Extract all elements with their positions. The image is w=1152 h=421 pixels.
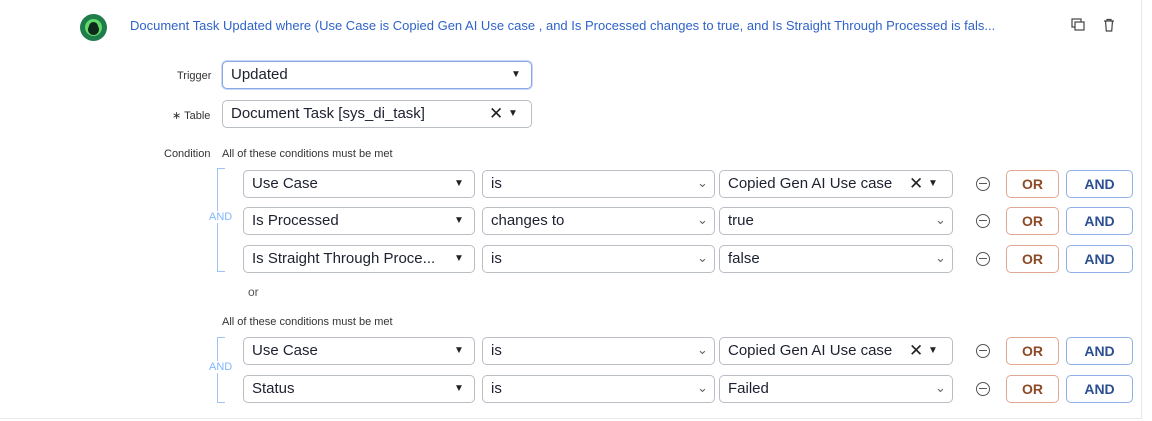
clear-icon[interactable]: ✕: [909, 171, 923, 197]
chevron-down-icon: ⌄: [935, 250, 946, 265]
remove-condition-icon[interactable]: [976, 252, 990, 266]
condition-field-select[interactable]: Is Processed ▼: [243, 207, 475, 235]
chevron-down-icon[interactable]: ▼: [508, 101, 518, 127]
and-join-label: AND: [207, 211, 235, 223]
remove-condition-icon[interactable]: [976, 344, 990, 358]
or-button[interactable]: OR: [1006, 337, 1059, 365]
condition-operator-select[interactable]: is ⌄: [482, 375, 715, 403]
condition-value-select[interactable]: Copied Gen AI Use case ✕ ▼: [719, 337, 953, 365]
and-button[interactable]: AND: [1066, 207, 1133, 235]
clear-icon[interactable]: ✕: [489, 101, 503, 127]
and-button[interactable]: AND: [1066, 375, 1133, 403]
trigger-panel: Document Task Updated where (Use Case is…: [0, 0, 1142, 419]
condition-group-header: All of these conditions must be met: [222, 148, 393, 160]
table-label: ∗ Table: [172, 110, 211, 122]
or-button[interactable]: OR: [1006, 375, 1059, 403]
condition-field-select[interactable]: Is Straight Through Proce... ▼: [243, 245, 475, 273]
condition-field-select[interactable]: Status ▼: [243, 375, 475, 403]
condition-field-select[interactable]: Use Case ▼: [243, 170, 475, 198]
duplicate-icon[interactable]: [1070, 18, 1086, 34]
remove-condition-icon[interactable]: [976, 214, 990, 228]
or-button[interactable]: OR: [1006, 207, 1059, 235]
condition-field-select[interactable]: Use Case ▼: [243, 337, 475, 365]
table-value: Document Task [sys_di_task]: [231, 105, 425, 122]
chevron-down-icon: ▼: [454, 253, 464, 264]
and-button[interactable]: AND: [1066, 245, 1133, 273]
chevron-down-icon: ▼: [454, 345, 464, 356]
remove-condition-icon[interactable]: [976, 177, 990, 191]
or-button[interactable]: OR: [1006, 170, 1059, 198]
trigger-value: Updated: [231, 66, 288, 83]
and-button[interactable]: AND: [1066, 337, 1133, 365]
condition-label: Condition: [164, 148, 211, 160]
flow-trigger-icon: [80, 14, 107, 41]
required-mark: ∗: [172, 110, 182, 122]
chevron-down-icon: ▼: [454, 215, 464, 226]
chevron-down-icon: ⌄: [935, 380, 946, 395]
condition-operator-select[interactable]: is ⌄: [482, 170, 715, 198]
chevron-down-icon: ⌄: [697, 342, 708, 357]
trigger-label: Trigger: [177, 70, 212, 82]
chevron-down-icon: ⌄: [697, 175, 708, 190]
condition-operator-select[interactable]: is ⌄: [482, 337, 715, 365]
or-separator: or: [248, 285, 259, 299]
chevron-down-icon: ▼: [454, 383, 464, 394]
chevron-down-icon: ▼: [511, 69, 521, 80]
chevron-down-icon: ⌄: [697, 380, 708, 395]
condition-value-select[interactable]: Copied Gen AI Use case ✕ ▼: [719, 170, 953, 198]
condition-value-select[interactable]: false ⌄: [719, 245, 953, 273]
chevron-down-icon[interactable]: ▼: [928, 338, 938, 364]
table-select[interactable]: Document Task [sys_di_task] ✕ ▼: [222, 100, 532, 128]
and-button[interactable]: AND: [1066, 170, 1133, 198]
condition-value-select[interactable]: true ⌄: [719, 207, 953, 235]
trigger-summary-title[interactable]: Document Task Updated where (Use Case is…: [130, 18, 995, 33]
chevron-down-icon: ⌄: [697, 212, 708, 227]
clear-icon[interactable]: ✕: [909, 338, 923, 364]
condition-group-header: All of these conditions must be met: [222, 316, 393, 328]
chevron-down-icon: ⌄: [697, 250, 708, 265]
chevron-down-icon: ⌄: [935, 212, 946, 227]
chevron-down-icon: ▼: [454, 178, 464, 189]
remove-condition-icon[interactable]: [976, 382, 990, 396]
condition-value-select[interactable]: Failed ⌄: [719, 375, 953, 403]
chevron-down-icon[interactable]: ▼: [928, 171, 938, 197]
trigger-select[interactable]: Updated ▼: [222, 61, 532, 89]
condition-operator-select[interactable]: is ⌄: [482, 245, 715, 273]
trash-icon[interactable]: [1101, 18, 1117, 34]
or-button[interactable]: OR: [1006, 245, 1059, 273]
condition-operator-select[interactable]: changes to ⌄: [482, 207, 715, 235]
and-join-label: AND: [207, 361, 235, 373]
